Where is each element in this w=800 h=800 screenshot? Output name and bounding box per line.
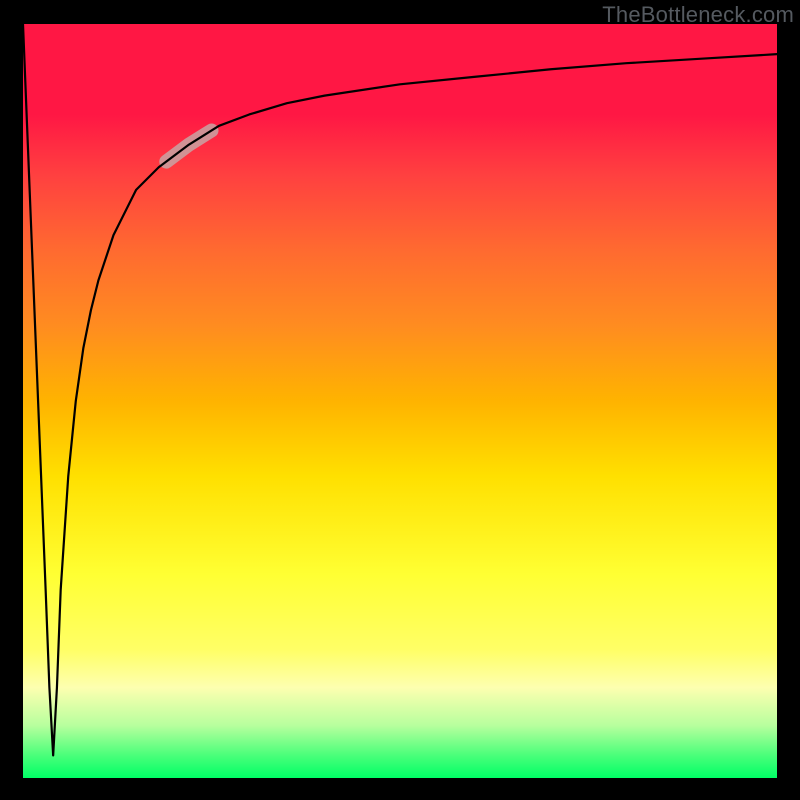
curve-line (23, 24, 777, 755)
chart-svg (23, 24, 777, 778)
chart-plot-area (23, 24, 777, 778)
chart-frame: TheBottleneck.com (0, 0, 800, 800)
watermark-text: TheBottleneck.com (602, 2, 794, 28)
